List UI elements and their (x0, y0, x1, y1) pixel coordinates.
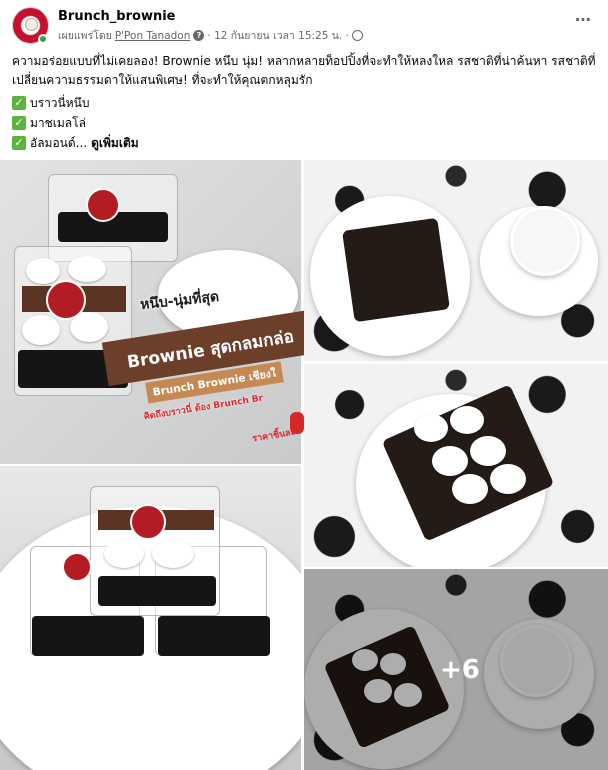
list-item-text: อัลมอนด์... (30, 135, 88, 150)
check-icon: ✓ (12, 96, 26, 110)
check-icon: ✓ (12, 116, 26, 130)
photo-2[interactable] (0, 466, 301, 770)
page-name-link[interactable]: Brunch_brownie (58, 9, 175, 24)
list-item-text: บราวนี่หนึบ (30, 95, 90, 110)
marshmallow-image (450, 406, 484, 434)
post-meta: เผยแพร่โดย P'Pon Tanadon ? · 12 กันยายน … (58, 27, 363, 44)
marshmallow-image (152, 540, 194, 568)
photo-3[interactable] (304, 160, 608, 361)
brand-label-icon (86, 188, 120, 222)
marshmallow-image (432, 446, 468, 476)
see-more-link[interactable]: ดูเพิ่มเติม (91, 134, 139, 153)
bear-logo-icon (25, 18, 38, 31)
brand-label-icon (62, 552, 92, 582)
post-header: Brunch_brownie เผยแพร่โดย P'Pon Tanadon … (0, 0, 608, 46)
marshmallow-image (490, 464, 526, 494)
post-body: ความอร่อยแบบที่ไม่เคยลอง! Brownie หนึบ น… (12, 54, 596, 87)
photo-4[interactable] (304, 364, 608, 567)
check-icon: ✓ (12, 136, 26, 150)
brownie-base (32, 616, 144, 656)
brand-label-icon (46, 280, 86, 320)
brand-label-icon (130, 504, 166, 540)
list-item-text: มาชเมลโล่ (30, 115, 86, 130)
price-tag-icon (290, 412, 304, 434)
marshmallow-image (104, 540, 144, 568)
marshmallow-image (452, 474, 488, 504)
feature-list: ✓ บราวนี่หนึบ ✓ มาชเมลโล่ ✓ อัลมอนด์... … (12, 93, 139, 153)
brownie-base (158, 616, 270, 656)
milk-cup-image (510, 206, 580, 276)
meta-prefix: เผยแพร่โดย (58, 30, 112, 42)
list-item: ✓ มาชเมลโล่ (12, 113, 139, 133)
marshmallow-image (22, 315, 60, 345)
brownie-base (98, 576, 216, 606)
post-date[interactable]: · 12 กันยายน เวลา 15:25 น. · (207, 27, 349, 44)
marshmallow-image (470, 436, 506, 466)
marshmallow-image (414, 414, 448, 442)
list-item: ✓ บราวนี่หนึบ (12, 93, 139, 113)
marshmallow-image (68, 256, 106, 282)
more-options-button[interactable]: ⋯ (575, 10, 592, 29)
info-icon[interactable]: ? (193, 30, 205, 41)
list-item: ✓ อัลมอนด์... ดูเพิ่มเติม (12, 133, 139, 153)
brownie-image (342, 217, 450, 323)
online-status-icon (38, 34, 48, 44)
more-photos-count[interactable]: +6 (440, 655, 480, 685)
author-link[interactable]: P'Pon Tanadon (115, 30, 191, 42)
globe-icon (351, 30, 363, 41)
marshmallow-image (26, 258, 60, 284)
